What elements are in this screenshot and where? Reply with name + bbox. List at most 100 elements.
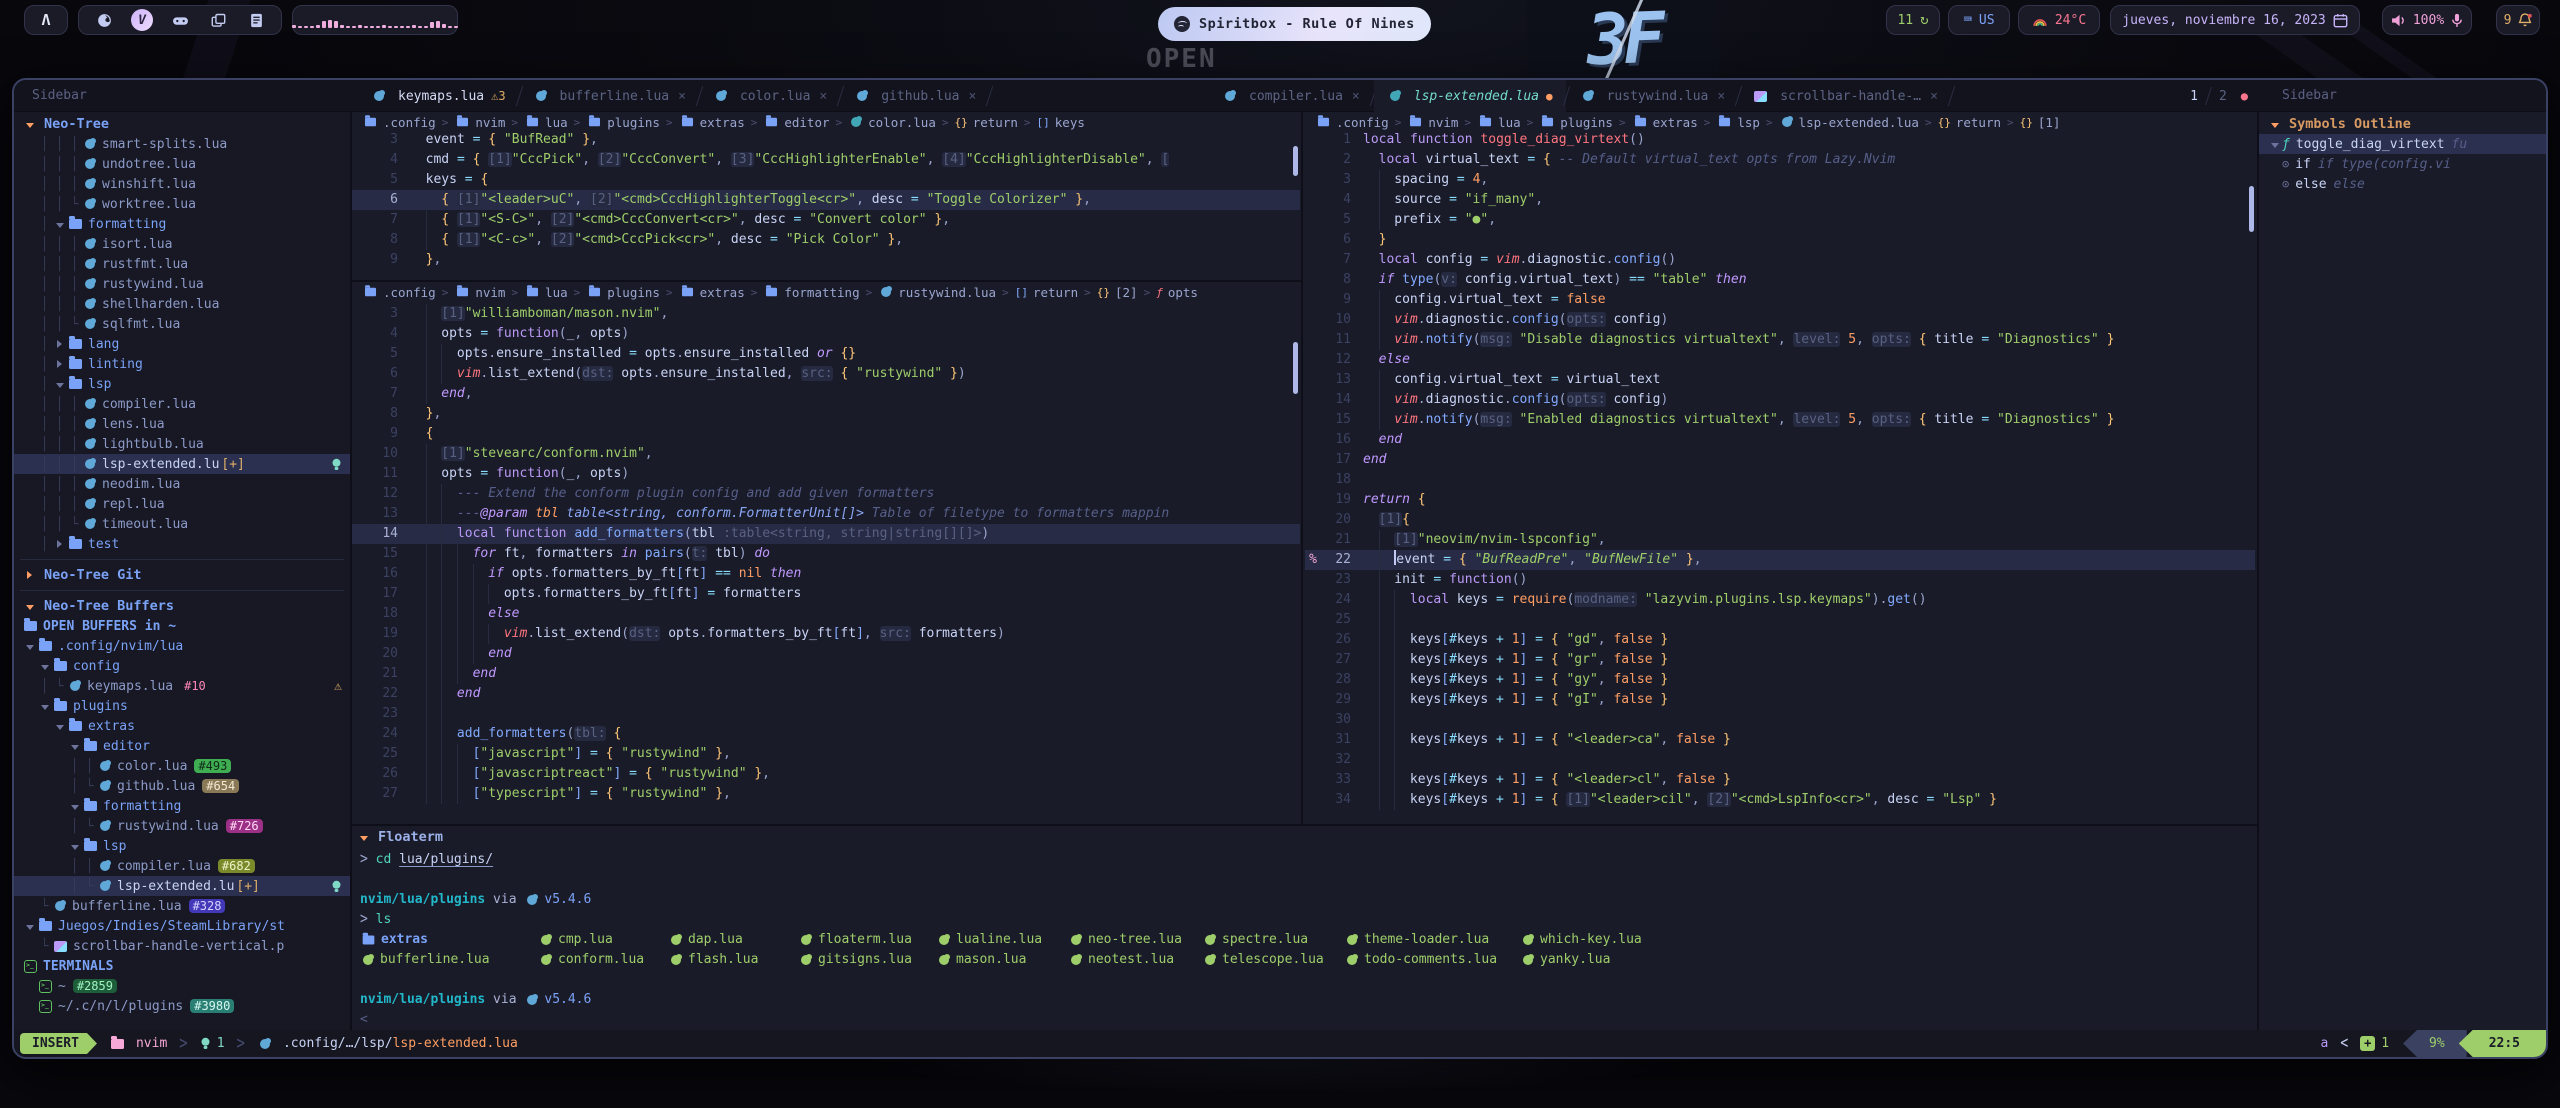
code-line-21[interactable]: 21end	[352, 664, 1300, 684]
code-line-19[interactable]: 19vim.list_extend(dst: opts.formatters_b…	[352, 624, 1300, 644]
breadcrumb-item[interactable]: formatting	[763, 285, 859, 300]
tab-close-icon[interactable]: ×	[1717, 89, 1725, 104]
code-line-18[interactable]: 18else	[352, 604, 1300, 624]
code-line-4[interactable]: 4opts = function(_, opts)	[352, 324, 1300, 344]
code-line-10[interactable]: 10vim.diagnostic.config(opts: config)	[1305, 310, 2255, 330]
widget-date[interactable]: jueves, noviembre 16, 2023	[2110, 5, 2360, 35]
chevron-down-icon[interactable]	[52, 719, 67, 734]
chevron-down-icon[interactable]	[67, 799, 82, 814]
code-line-17[interactable]: 17end	[1305, 450, 2255, 470]
project-name[interactable]: nvim	[109, 1036, 167, 1051]
tree-item--[interactable]: ~#2859	[14, 976, 350, 996]
chevron-down-icon[interactable]	[52, 217, 67, 232]
tree-item--c-n-l-plugins[interactable]: ~/.c/n/l/plugins#3980	[14, 996, 350, 1016]
code-line-1[interactable]: 1local function toggle_diag_virtext()	[1305, 130, 2255, 150]
tabpage-current[interactable]: 1	[2190, 89, 2198, 104]
tree-item-repl-lua[interactable]: │││repl.lua	[14, 494, 350, 514]
code-line-27[interactable]: 27["typescript"] = { "rustywind" },	[352, 784, 1300, 804]
chevron-down-icon[interactable]	[67, 839, 82, 854]
breadcrumb-item[interactable]: lua	[524, 285, 568, 300]
tree-item-plugins[interactable]: plugins	[14, 696, 350, 716]
tree-item-Juegos-Indies-SteamLibrary-st[interactable]: Juegos/Indies/SteamLibrary/st	[14, 916, 350, 936]
tab-rustywind-lua[interactable]: rustywind.lua×	[1567, 80, 1739, 112]
chevron-right-icon[interactable]	[52, 357, 67, 372]
tree-item-editor[interactable]: editor	[14, 736, 350, 756]
chevron-down-icon[interactable]	[37, 659, 52, 674]
breadcrumb-item[interactable]: {}[2]	[1097, 285, 1138, 300]
tab-close-icon[interactable]: ×	[678, 89, 686, 104]
tab-keymaps-lua[interactable]: keymaps.lua⚠3	[358, 80, 519, 112]
tree-item-keymaps-lua[interactable]: │└keymaps.lua#10⚠	[14, 676, 350, 696]
code-line-31[interactable]: 31keys[#keys + 1] = { "<leader>ca", fals…	[1305, 730, 2255, 750]
code-line-11[interactable]: 11opts = function(_, opts)	[352, 464, 1300, 484]
tree-item-compiler-lua[interactable]: │││compiler.lua	[14, 394, 350, 414]
lightbulb-count[interactable]: 1	[200, 1036, 225, 1051]
breadcrumb-item[interactable]: nvim	[1407, 115, 1458, 130]
tab-scrollbar-handle--[interactable]: scrollbar-handle-…×	[1739, 80, 1951, 112]
outline-item-else[interactable]: ⊙elseelse	[2259, 174, 2548, 194]
tree-item-lsp-extended-lu[interactable]: │└lsp-extended.lu[+]	[14, 876, 350, 896]
code-line-23[interactable]: 23init = function()	[1305, 570, 2255, 590]
code-line-7[interactable]: 7end,	[352, 384, 1300, 404]
tree-item-extras[interactable]: extras	[14, 716, 350, 736]
chevron-down-icon[interactable]	[2267, 116, 2282, 132]
tree-item-rustfmt-lua[interactable]: │││rustfmt.lua	[14, 254, 350, 274]
chevron-down-icon[interactable]	[2267, 137, 2282, 152]
breadcrumb-item[interactable]: nvim	[454, 115, 505, 130]
editor-split-separator[interactable]	[1301, 112, 1303, 824]
code-line-8[interactable]: 8},	[352, 404, 1300, 424]
chevron-down-icon[interactable]	[22, 639, 37, 654]
workspace-4[interactable]	[207, 9, 229, 31]
scrollbar-pane2[interactable]	[1293, 342, 1298, 394]
chevron-down-icon[interactable]	[22, 116, 37, 132]
code-line-14[interactable]: 14local function add_formatters(tbl :tab…	[352, 524, 1300, 544]
chevron-down-icon[interactable]	[22, 919, 37, 934]
code-line-6[interactable]: 6vim.list_extend(dst: opts.ensure_instal…	[352, 364, 1300, 384]
code-line-23[interactable]: 23	[352, 704, 1300, 724]
code-line-22[interactable]: %22event = { "BufReadPre", "BufNewFile" …	[1305, 550, 2255, 570]
breadcrumb-item[interactable]: plugins	[1539, 115, 1613, 130]
code-line-34[interactable]: 34keys[#keys + 1] = { [1]"<leader>cil", …	[1305, 790, 2255, 810]
breadcrumb-item[interactable]: {}[1]	[2020, 115, 2061, 130]
chevron-right-icon[interactable]	[22, 567, 37, 583]
code-line-11[interactable]: 11vim.notify(msg: "Disable diagnostics v…	[1305, 330, 2255, 350]
code-line-6[interactable]: 6{ [1]"<leader>uC", [2]"<cmd>CccHighligh…	[352, 190, 1300, 210]
code-line-9[interactable]: 9},	[352, 250, 1300, 270]
widget-weather[interactable]: 24°C	[2018, 5, 2100, 35]
tree-item-worktree-lua[interactable]: ││└worktree.lua	[14, 194, 350, 214]
code-line-3[interactable]: 3event = { "BufRead" },	[352, 130, 1300, 150]
breadcrumb-item[interactable]: lsp-extended.lua	[1779, 115, 1919, 130]
workspace-2[interactable]: V	[131, 9, 153, 31]
breadcrumb-item[interactable]: color.lua	[848, 115, 936, 130]
outline-item-if[interactable]: ⊙ifif type(config.vi	[2259, 154, 2548, 174]
code-line-16[interactable]: 16end	[1305, 430, 2255, 450]
breadcrumb-item[interactable]: {}return	[954, 115, 1017, 130]
widget-notifications[interactable]: 9	[2496, 5, 2540, 35]
floaterm-panel[interactable]: Floaterm> cd lua/plugins/ nvim/lua/plugi…	[352, 826, 2257, 1030]
chevron-down-icon[interactable]	[356, 829, 371, 845]
editor-pane-color[interactable]: 3event = { "BufRead" },4cmd = { [1]"CccP…	[352, 130, 1300, 278]
chevron-right-icon[interactable]	[52, 337, 67, 352]
scrollbar-pane3[interactable]	[2249, 186, 2254, 232]
tree-item-undotree-lua[interactable]: │││undotree.lua	[14, 154, 350, 174]
code-line-20[interactable]: 20[1]{	[1305, 510, 2255, 530]
code-line-17[interactable]: 17opts.formatters_by_ft[ft] = formatters	[352, 584, 1300, 604]
code-line-32[interactable]: 32	[1305, 750, 2255, 770]
pin-icon[interactable]: ●	[2241, 89, 2248, 103]
code-line-8[interactable]: 8{ [1]"<C-c>", [2]"<cmd>CccPick<cr>", de…	[352, 230, 1300, 250]
launcher-button[interactable]: Λ	[24, 5, 68, 35]
workspace-switcher[interactable]: V	[78, 5, 282, 35]
code-line-21[interactable]: 21[1]"neovim/nvim-lspconfig",	[1305, 530, 2255, 550]
breadcrumb-item[interactable]: plugins	[586, 285, 660, 300]
breadcrumb-item[interactable]: editor	[763, 115, 829, 130]
tree-item-bufferline-lua[interactable]: └bufferline.lua#328	[14, 896, 350, 916]
current-file-path[interactable]: .config/…/lsp/lsp-extended.lua	[257, 1036, 518, 1051]
code-line-27[interactable]: 27keys[#keys + 1] = { "gr", false }	[1305, 650, 2255, 670]
breadcrumb-item[interactable]: []return	[1015, 285, 1078, 300]
breadcrumb-item[interactable]: lsp	[1716, 115, 1760, 130]
breadcrumb-item[interactable]: {}return	[1938, 115, 2001, 130]
chevron-down-icon[interactable]	[22, 598, 37, 614]
widget-volume[interactable]: 100%	[2382, 5, 2472, 35]
tab-compiler-lua[interactable]: compiler.lua×	[1209, 80, 1373, 112]
breadcrumb-item[interactable]: lua	[1477, 115, 1521, 130]
